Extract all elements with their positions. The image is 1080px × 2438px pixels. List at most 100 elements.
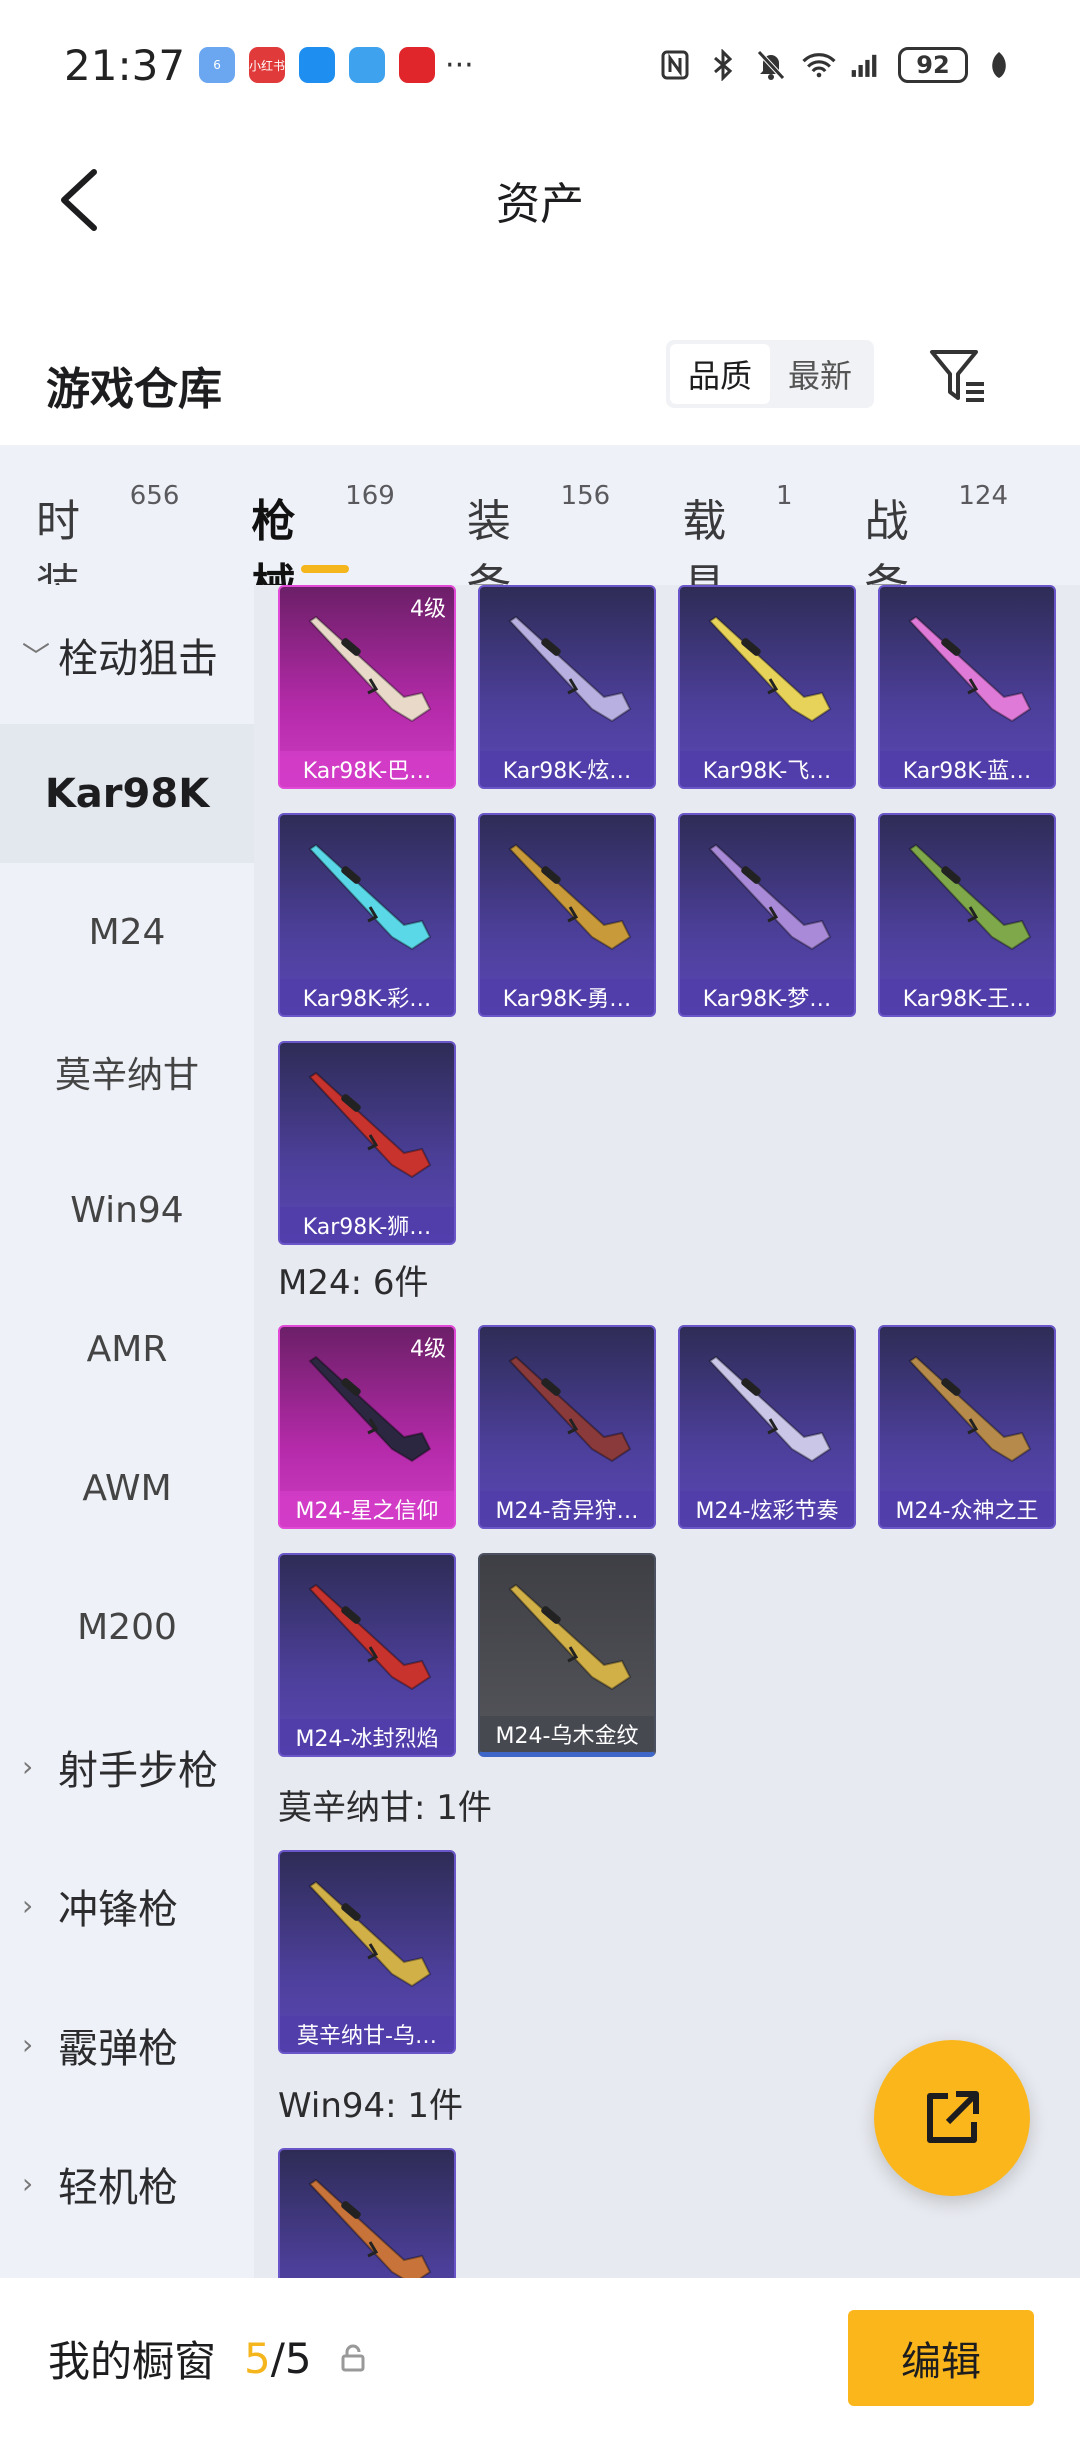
weapon-card[interactable]: Kar98K-蓝… (878, 585, 1056, 789)
nfc-icon (658, 48, 692, 82)
chevron-right-icon: › (22, 2028, 34, 2061)
weapon-card[interactable]: M24-冰封烈焰 (278, 1553, 456, 1757)
showcase-count: 5/5 (244, 2334, 312, 2383)
sidebar-category-label: 霰弹枪 (58, 2025, 178, 2072)
weapon-name: M24-炫彩节奏 (680, 1491, 854, 1527)
sort-quality-button[interactable]: 品质 (670, 344, 770, 404)
tab-1[interactable]: 枪械169 (251, 481, 394, 611)
sidebar-category[interactable]: ﹀ 栓动狙击 (0, 585, 254, 724)
sidebar-item[interactable]: Kar98K (0, 724, 254, 863)
weapon-name: M24-奇异狩… (480, 1491, 654, 1527)
sidebar-category-label: 冲锋枪 (58, 1886, 178, 1933)
chevron-right-icon: › (22, 1750, 34, 1783)
tab-count: 124 (958, 481, 1008, 511)
rifle-icon (308, 2178, 432, 2278)
more-notifications-icon: ··· (445, 47, 474, 83)
edit-button[interactable]: 编辑 (848, 2310, 1034, 2406)
chevron-right-icon: › (22, 2167, 34, 2200)
browser-icon (349, 47, 386, 83)
weapon-card[interactable]: M24-众神之王 (878, 1325, 1056, 1529)
showcase-current: 5 (244, 2333, 271, 2383)
weapon-type-sidebar: ﹀ 栓动狙击 Kar98K M24 莫辛纳甘 Win94 AMR AWM M200 › 射手步枪 › 冲… (0, 585, 254, 2278)
weapon-name: Kar98K-彩… (280, 979, 454, 1015)
rifle-icon (708, 1355, 832, 1463)
app-6-icon: 6 (199, 47, 236, 83)
rifle-icon (508, 1355, 632, 1463)
rifle-icon (708, 843, 832, 951)
sidebar-category[interactable]: › 射手步枪 (0, 1697, 254, 1836)
weapon-name: Kar98K-梦… (680, 979, 854, 1015)
weapon-name: Kar98K-狮… (280, 1207, 454, 1243)
active-tab-indicator (301, 565, 350, 573)
weapon-card[interactable]: Kar98K-飞… (678, 585, 856, 789)
sidebar-item[interactable]: M200 (0, 1558, 254, 1697)
nav-header: 资产 (0, 130, 1080, 270)
rifle-icon (308, 1071, 432, 1179)
weapon-name: Kar98K-王… (880, 979, 1054, 1015)
status-time: 21:37 (64, 40, 186, 90)
tab-count: 656 (129, 481, 180, 511)
weapon-card[interactable]: Kar98K-王… (878, 813, 1056, 1017)
rifle-icon (508, 843, 632, 951)
sidebar-category-label: 轻机枪 (58, 2164, 178, 2211)
weapon-card[interactable]: Kar98K-彩… (278, 813, 456, 1017)
weapon-card[interactable]: Kar98K-梦… (678, 813, 856, 1017)
rifle-icon (908, 843, 1032, 951)
weapon-name: Kar98K-巴… (280, 751, 454, 787)
weapon-grid-area: 4级 Kar98K-巴… Kar98K-炫… Kar98K-飞… Kar98K-蓝… Ka… (254, 585, 1080, 2278)
sidebar-item[interactable]: AWM (0, 1419, 254, 1558)
tab-3[interactable]: 载具1 (682, 481, 792, 611)
rifle-icon (508, 615, 632, 723)
tab-4[interactable]: 战备124 (865, 481, 1008, 611)
weapon-name: 莫辛纳甘-乌… (280, 2016, 454, 2052)
sidebar-category[interactable]: › 轻机枪 (0, 2114, 254, 2253)
xiaohongshu-icon: 小红书 (249, 47, 285, 83)
weapon-card[interactable] (278, 2148, 456, 2278)
sidebar-item[interactable]: AMR (0, 1280, 254, 1419)
m24-grid: 4级 M24-星之信仰 M24-奇异狩… M24-炫彩节奏 M24-众神之王 M24-冰封… (278, 1325, 1056, 1757)
weapon-card[interactable]: M24-奇异狩… (478, 1325, 656, 1529)
weapon-card[interactable]: M24-乌木金纹 (478, 1553, 656, 1757)
sort-latest-button[interactable]: 最新 (770, 344, 870, 404)
sidebar-category[interactable]: › 冲锋枪 (0, 1836, 254, 1975)
signal-icon (850, 48, 884, 82)
level-badge: 4级 (410, 1337, 446, 1362)
weapon-card[interactable]: 4级 M24-星之信仰 (278, 1325, 456, 1529)
rifle-icon (908, 615, 1032, 723)
sidebar-item[interactable]: M24 (0, 863, 254, 1002)
system-status: 92 (658, 47, 1016, 83)
back-button[interactable] (40, 160, 120, 240)
rifle-icon (308, 843, 432, 951)
weapon-name: Kar98K-蓝… (880, 751, 1054, 787)
rifle-icon (308, 1880, 432, 1988)
weapon-card[interactable]: 莫辛纳甘-乌… (278, 1850, 456, 2054)
weapon-card[interactable]: M24-炫彩节奏 (678, 1325, 856, 1529)
sidebar-item[interactable]: 莫辛纳甘 (0, 1002, 254, 1141)
wifi-icon (802, 48, 836, 82)
rifle-icon (508, 1583, 632, 1691)
sort-toggle: 品质 最新 (666, 340, 874, 408)
tab-2[interactable]: 装备156 (467, 481, 610, 611)
notification-icons: 6 小红书 (199, 47, 436, 83)
page-title: 资产 (496, 179, 584, 230)
weapon-card[interactable]: Kar98K-勇… (478, 813, 656, 1017)
sidebar-item[interactable]: Win94 (0, 1141, 254, 1280)
weapon-card[interactable]: Kar98K-炫… (478, 585, 656, 789)
weapon-name: M24-乌木金纹 (480, 1716, 654, 1752)
tab-0[interactable]: 时装656 (36, 481, 179, 611)
external-link-icon (927, 2091, 979, 2143)
level-badge: 4级 (410, 597, 446, 622)
sidebar-category[interactable]: › 霰弹枪 (0, 1975, 254, 2114)
showcase-bar: 我的橱窗 5/5 编辑 (0, 2278, 1080, 2438)
tab-count: 156 (560, 481, 611, 511)
filter-button[interactable] (922, 340, 994, 412)
weapon-card[interactable]: 4级 Kar98K-巴… (278, 585, 456, 789)
share-fab-button[interactable] (874, 2040, 1030, 2196)
chevron-down-icon: ﹀ (22, 639, 51, 673)
weapon-card[interactable]: Kar98K-狮… (278, 1041, 456, 1245)
weapon-name: M24-众神之王 (880, 1491, 1054, 1527)
back-arrow-icon (61, 169, 97, 231)
rifle-icon (908, 1355, 1032, 1463)
tab-count: 169 (345, 481, 395, 511)
chevron-right-icon: › (22, 1889, 34, 1922)
